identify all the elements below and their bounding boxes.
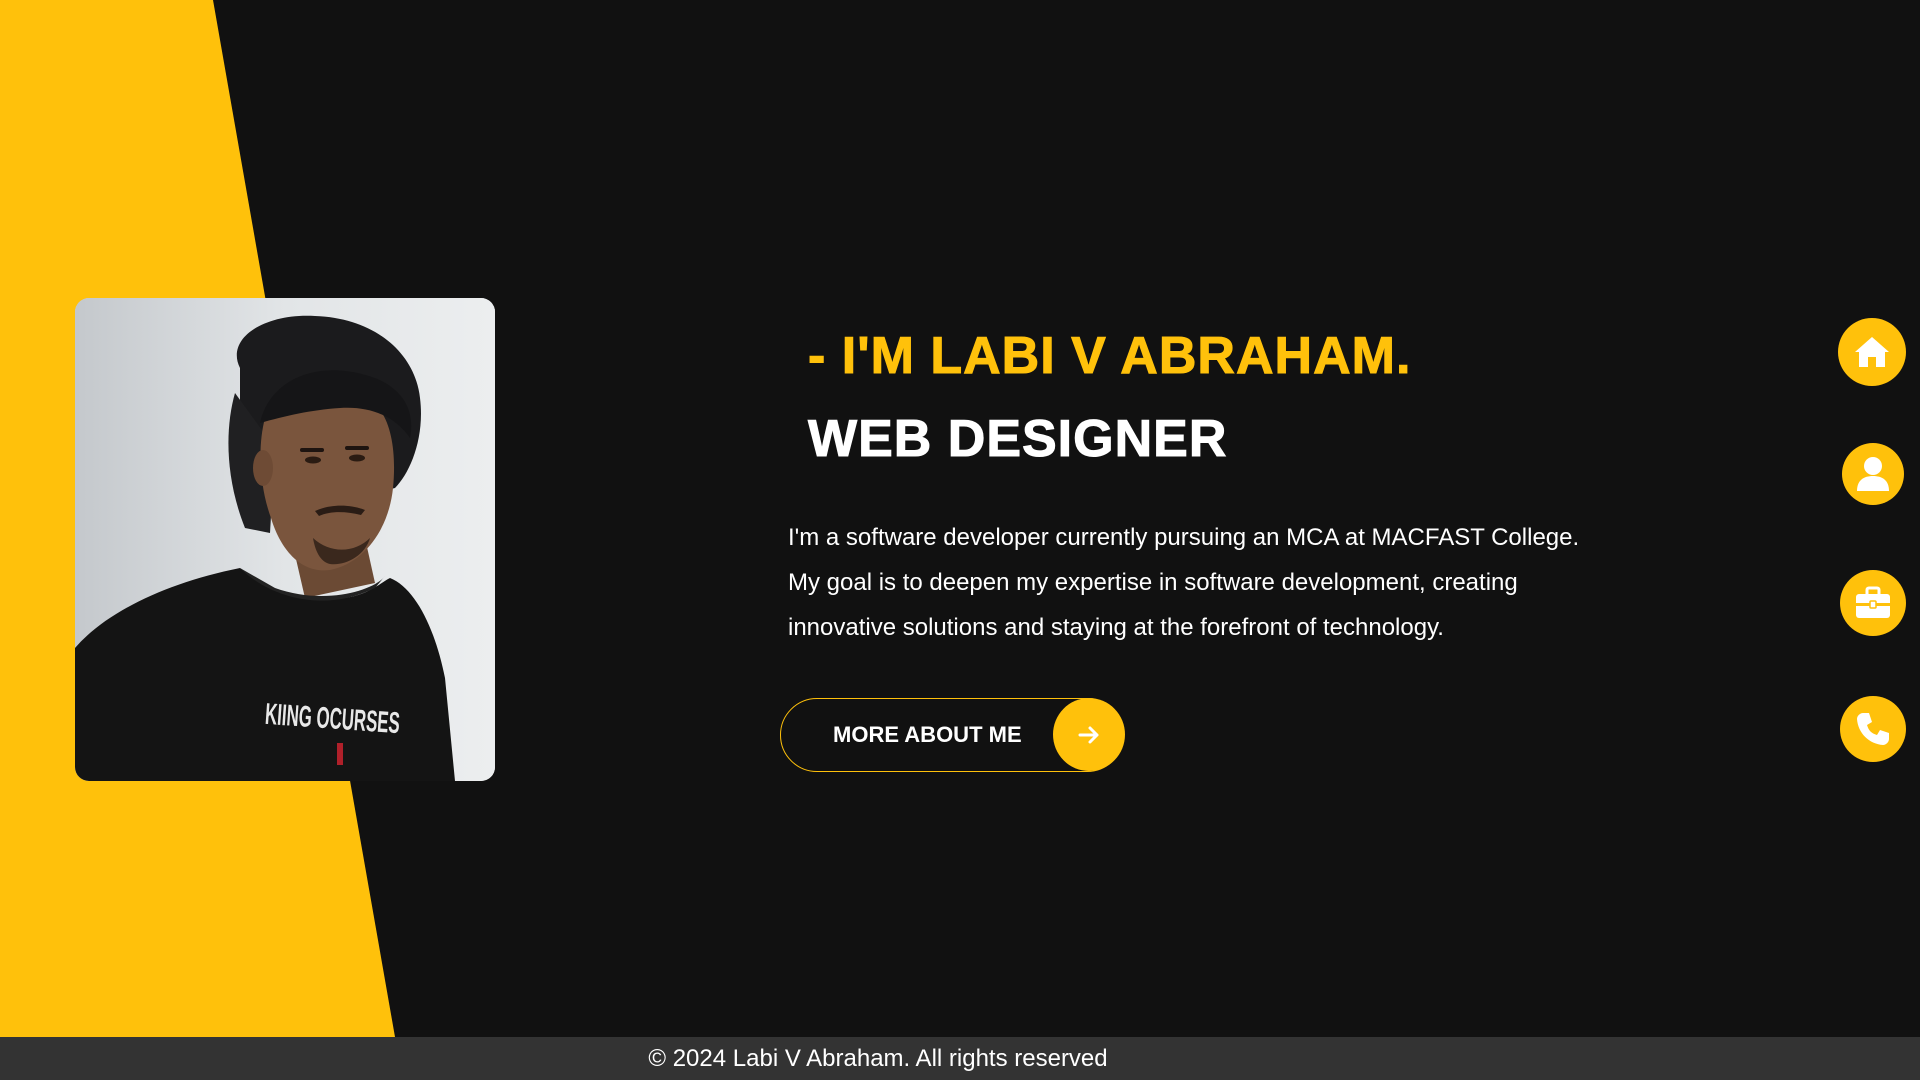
- nav-about-button[interactable]: [1842, 443, 1904, 505]
- arrow-right-icon: [1053, 698, 1125, 771]
- profile-photo: KIING OCURSES: [75, 298, 495, 781]
- role-heading: WEB DESIGNER: [808, 410, 1228, 469]
- phone-icon: [1857, 713, 1889, 745]
- more-about-me-label: MORE ABOUT ME: [833, 722, 1022, 747]
- bio-paragraph: I'm a software developer currently pursu…: [788, 524, 1580, 641]
- nav-portfolio-button[interactable]: [1840, 570, 1906, 636]
- intro-heading: - I'M LABI V ABRAHAM.: [808, 327, 1412, 386]
- copyright-text: © 2024 Labi V Abraham. All rights reserv…: [648, 1045, 1108, 1072]
- footer: © 2024 Labi V Abraham. All rights reserv…: [0, 1037, 1920, 1080]
- home-icon: [1855, 337, 1889, 367]
- nav-home-button[interactable]: [1838, 318, 1906, 386]
- more-about-me-button[interactable]: MORE ABOUT ME: [780, 698, 1125, 772]
- hero-page: KIING OCURSES - I'M LABI V ABRAHAM. WEB …: [0, 0, 1920, 1080]
- briefcase-icon: [1856, 586, 1890, 618]
- user-icon: [1857, 457, 1889, 491]
- hero-text-block: - I'M LABI V ABRAHAM. WEB DESIGNER I'm a…: [788, 320, 1608, 650]
- nav-contact-button[interactable]: [1840, 696, 1906, 762]
- side-navigation: [1838, 0, 1912, 1080]
